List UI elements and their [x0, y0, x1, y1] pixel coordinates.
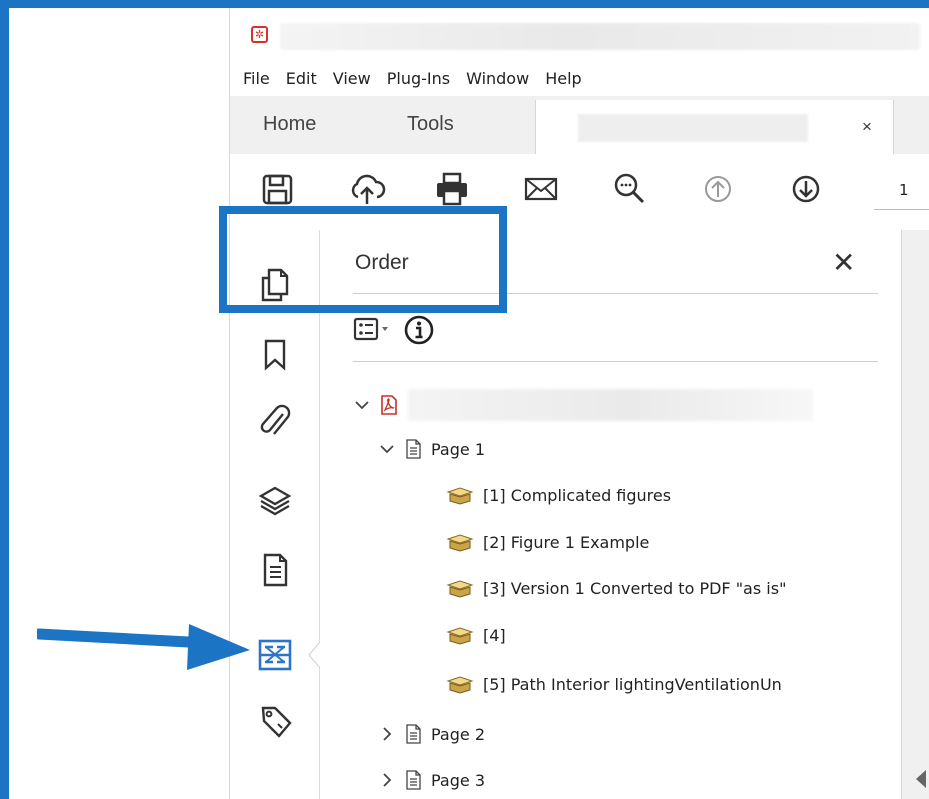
tree-row-content[interactable]: [3] Version 1 Converted to PDF "as is" [445, 573, 786, 603]
tree-row-document[interactable] [353, 389, 813, 421]
tree-row-page[interactable]: Page 2 [378, 719, 485, 749]
page-label: Page 3 [431, 770, 485, 790]
arrow-annotation [37, 624, 250, 670]
acrobat-icon: ✲ [251, 26, 268, 43]
tab-home[interactable]: Home [263, 113, 316, 136]
tree-row-content[interactable]: [2] Figure 1 Example [445, 527, 649, 557]
chevron-down-icon[interactable] [353, 396, 371, 414]
tab-tools[interactable]: Tools [407, 113, 454, 136]
tab-document[interactable]: × [535, 100, 894, 155]
title-bar: ✲ [230, 8, 929, 60]
container-box-icon [446, 534, 474, 552]
email-icon[interactable] [522, 170, 560, 208]
chevron-right-icon[interactable] [378, 725, 396, 743]
menu-bar: File Edit View Plug-Ins Window Help [230, 60, 929, 96]
bookmark-icon[interactable] [253, 332, 297, 376]
tree-row-page[interactable]: Page 3 [378, 765, 485, 795]
layers-icon[interactable] [253, 478, 297, 522]
collapse-arrow-icon[interactable] [914, 768, 928, 790]
order-panel: Order ✕ Page 1 [1] Complicated figures [… [320, 230, 901, 799]
page-label: Page 1 [431, 439, 485, 459]
attachment-icon[interactable] [253, 400, 297, 444]
panel-divider [353, 361, 878, 362]
container-box-icon [446, 676, 474, 694]
highlight-box [219, 206, 507, 313]
blurred-document-name [578, 114, 808, 142]
active-pane-pointer [308, 642, 320, 668]
page-label: Page 2 [431, 724, 485, 744]
content-item-label: [1] Complicated figures [483, 485, 672, 505]
close-tab-button[interactable]: × [862, 117, 872, 137]
pdf-file-icon [381, 395, 397, 415]
zoom-search-icon[interactable] [610, 170, 648, 208]
save-icon[interactable] [259, 170, 297, 208]
page-icon [406, 770, 421, 790]
tree-row-page[interactable]: Page 1 [378, 434, 485, 464]
document-view-edge [901, 230, 929, 799]
order-icon[interactable] [253, 633, 297, 677]
tree-row-content[interactable]: [5] Path Interior lightingVentilationUn [445, 669, 782, 699]
menu-file[interactable]: File [243, 69, 270, 88]
blue-frame-top [0, 0, 929, 8]
blue-frame-left [0, 0, 9, 799]
menu-plug-ins[interactable]: Plug-Ins [387, 69, 450, 88]
previous-page-icon[interactable] [699, 170, 737, 208]
tab-bar: Home Tools × [230, 96, 929, 155]
page-number-input[interactable]: 1 [874, 172, 929, 210]
page-icon [406, 724, 421, 744]
chevron-down-icon[interactable] [378, 440, 396, 458]
page-icon [406, 439, 421, 459]
menu-edit[interactable]: Edit [286, 69, 317, 88]
blurred-document-name [408, 389, 813, 421]
chevron-right-icon[interactable] [378, 771, 396, 789]
page-thumbnail-icon[interactable] [253, 548, 297, 592]
menu-window[interactable]: Window [466, 69, 529, 88]
content-item-label: [4] [483, 625, 506, 645]
container-box-icon [446, 627, 474, 645]
close-panel-button[interactable]: ✕ [832, 246, 855, 279]
tree-row-content[interactable]: [1] Complicated figures [445, 480, 671, 510]
container-box-icon [446, 580, 474, 598]
next-page-icon[interactable] [787, 170, 825, 208]
blurred-window-title [280, 23, 920, 50]
content-item-label: [2] Figure 1 Example [483, 532, 650, 552]
cloud-upload-icon[interactable] [348, 170, 386, 208]
content-item-label: [3] Version 1 Converted to PDF "as is" [483, 578, 787, 598]
tags-icon[interactable] [253, 700, 297, 744]
menu-view[interactable]: View [333, 69, 371, 88]
menu-help[interactable]: Help [545, 69, 581, 88]
container-box-icon [446, 487, 474, 505]
acrobat-window: ✲ File Edit View Plug-Ins Window Help Ho… [229, 8, 929, 799]
tree-row-content[interactable]: [4] [445, 620, 506, 650]
info-icon[interactable] [403, 314, 435, 346]
print-icon[interactable] [433, 170, 471, 208]
content-item-label: [5] Path Interior lightingVentilationUn [483, 674, 782, 694]
navigation-pane [230, 230, 320, 799]
